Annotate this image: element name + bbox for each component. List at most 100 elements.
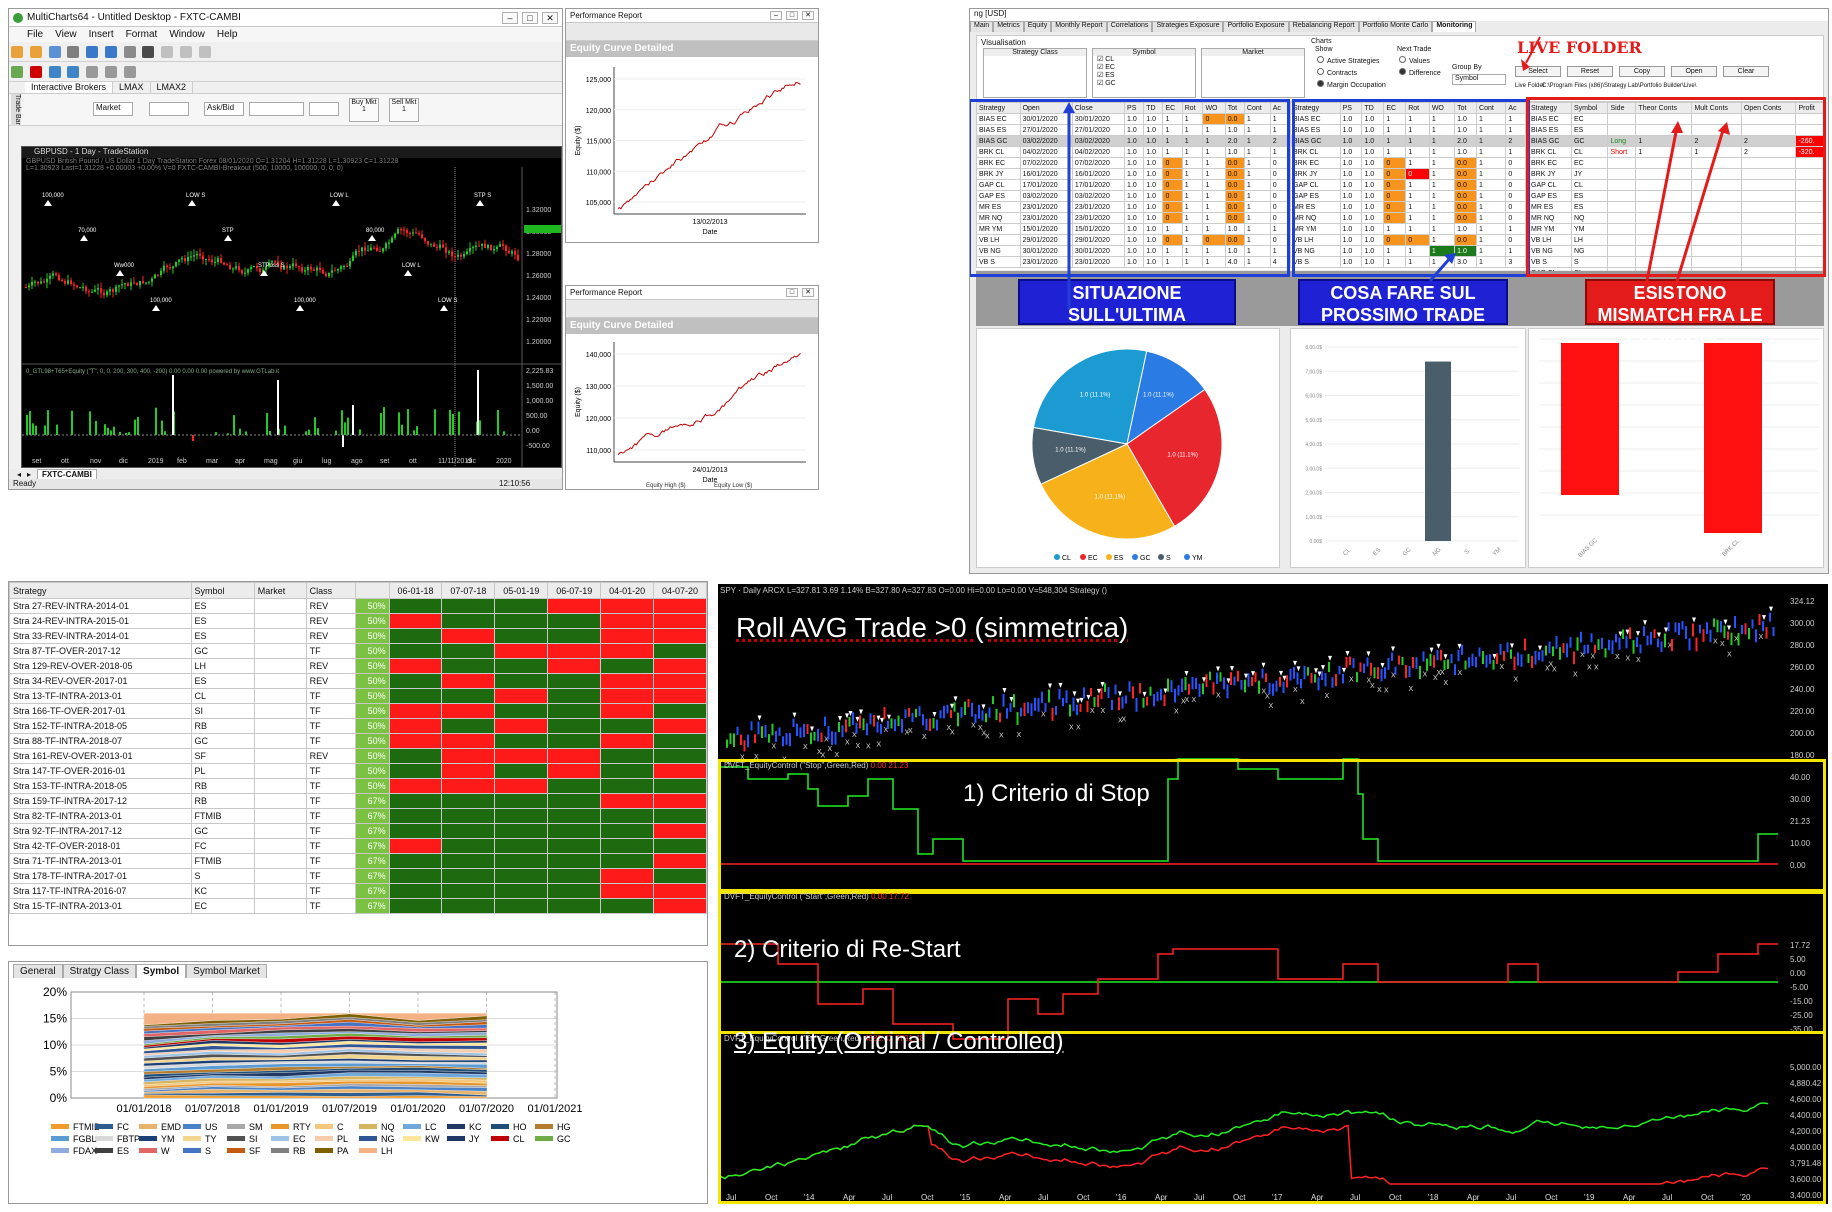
nav-last-icon[interactable]: ▸ (27, 470, 31, 479)
heatmap-cell (547, 733, 602, 749)
heatmap-row[interactable]: Stra 42-TF-OVER-2018-01 FC TF 67% (9, 838, 707, 854)
close-icon[interactable]: ✕ (802, 288, 814, 297)
heatmap-row[interactable]: Stra 87-TF-OVER-2017-12 GC TF 50% (9, 643, 707, 659)
zoom-icon[interactable] (180, 46, 193, 58)
price-tick: 220.00 (1790, 707, 1815, 716)
minimize-icon[interactable]: – (502, 11, 518, 24)
tif-select[interactable] (309, 102, 339, 116)
maximize-icon[interactable]: □ (522, 11, 538, 24)
broker-tab[interactable]: Interactive Brokers (25, 82, 114, 93)
menu-item-view[interactable]: View (55, 29, 77, 40)
heatmap-row[interactable]: Stra 27-REV-INTRA-2014-01 ES REV 50% (9, 598, 707, 614)
cursor-icon[interactable] (142, 46, 155, 58)
text-icon[interactable] (104, 66, 117, 78)
price-bar (1335, 674, 1337, 687)
price-bar (1615, 633, 1617, 643)
minimize-icon[interactable]: – (770, 11, 782, 20)
close-icon[interactable]: ✕ (802, 11, 814, 20)
menu-item-file[interactable]: File (27, 29, 43, 40)
broker-tab[interactable]: LMAX2 (151, 82, 194, 93)
column-header[interactable]: Symbol (190, 582, 255, 599)
heatmap-row[interactable]: Stra 92-TF-INTRA-2017-12 GC TF 67% (9, 823, 707, 839)
column-header[interactable]: Market (253, 582, 307, 599)
menu-item-insert[interactable]: Insert (89, 29, 114, 40)
heatmap-row[interactable]: Stra 33-REV-INTRA-2014-01 ES REV 50% (9, 628, 707, 644)
heatmap-cell (441, 613, 496, 629)
drag-icon[interactable] (198, 46, 211, 58)
new-icon[interactable] (11, 46, 23, 58)
heatmap-row[interactable]: Stra 159-TF-INTRA-2017-12 RB TF 67% (9, 793, 707, 809)
arrow-icon[interactable] (123, 66, 136, 78)
indicator-icon[interactable] (11, 66, 23, 78)
heatmap-row[interactable]: Stra 152-TF-INTRA-2018-05 RB TF 50% (9, 718, 707, 734)
menu-item-format[interactable]: Format (126, 29, 158, 40)
save-icon[interactable] (48, 46, 61, 58)
indicator-bar (269, 430, 271, 435)
column-header[interactable] (355, 582, 390, 599)
tab-general[interactable]: General (13, 964, 63, 978)
column-header[interactable]: 07-07-18 (441, 582, 496, 599)
line-icon[interactable] (48, 66, 61, 78)
sheet-tab-fxtc[interactable]: FXTC-CAMBI (37, 469, 97, 479)
column-header[interactable]: 04-01-20 (600, 582, 655, 599)
quantity-input[interactable] (149, 102, 189, 116)
heatmap-row[interactable]: Stra 15-TF-INTRA-2013-01 EC TF 67% (9, 898, 707, 914)
fib-icon[interactable] (86, 66, 99, 78)
dom-icon[interactable] (123, 46, 136, 58)
price-bar (1020, 707, 1022, 717)
legend-swatch (51, 1148, 69, 1153)
price-bar (1188, 683, 1190, 695)
heatmap-row[interactable]: Stra 166-TF-OVER-2017-01 SI TF 50% (9, 703, 707, 719)
column-header[interactable]: 06-07-19 (547, 582, 602, 599)
column-header[interactable]: 06-01-18 (388, 582, 443, 599)
heatmap-row[interactable]: Stra 71-TF-INTRA-2013-01 FTMIB TF 67% (9, 853, 707, 869)
chart-icon[interactable] (86, 46, 99, 58)
column-header[interactable]: Strategy (9, 582, 192, 599)
heatmap-row[interactable]: Stra 34-REV-OVER-2017-01 ES REV 50% (9, 673, 707, 689)
column-header[interactable]: 05-01-19 (494, 582, 549, 599)
heatmap-row[interactable]: Stra 178-TF-INTRA-2017-01 S TF 67% (9, 868, 707, 884)
tab-stratgy-class[interactable]: Stratgy Class (62, 964, 137, 978)
price-bar (1758, 613, 1761, 626)
y-tick: 120,000 (586, 416, 611, 423)
heatmap-row[interactable]: Stra 153-TF-INTRA-2018-05 RB TF 50% (9, 778, 707, 794)
tab-symbol[interactable]: Symbol (136, 964, 187, 978)
sell-mkt-button[interactable]: Sell Mkt 1 (389, 98, 419, 122)
heatmap-row[interactable]: Stra 117-TF-INTRA-2016-07 KC TF 67% (9, 883, 707, 899)
price-tick: 1.28000 (526, 251, 551, 258)
print-icon[interactable] (67, 46, 80, 58)
nav-first-icon[interactable]: ◂ (17, 470, 21, 479)
gbpusd-price-chart[interactable]: 100,000 70,000 Ww000 100,000 LOW S STP STPoss … (22, 167, 561, 467)
heatmap-row[interactable]: Stra 129-REV-OVER-2018-05 LH REV 50% (9, 658, 707, 674)
trend-icon[interactable] (67, 66, 80, 78)
trade-marker: X (1759, 634, 1764, 641)
maximize-icon[interactable]: □ (786, 11, 798, 20)
order-type-select[interactable]: Market (93, 102, 133, 116)
heatmap-row[interactable]: Stra 82-TF-INTRA-2013-01 FTMIB TF 67% (9, 808, 707, 824)
broker-tab[interactable]: LMAX (113, 82, 151, 93)
legend-swatch (227, 1136, 245, 1141)
open-icon[interactable] (29, 46, 42, 58)
menu-item-help[interactable]: Help (217, 29, 238, 40)
column-header[interactable]: Class (305, 582, 357, 599)
ask-bid-select[interactable]: Ask/Bid (204, 102, 244, 116)
table-cell: ES (190, 628, 255, 644)
candle-body (61, 280, 63, 282)
legend-swatch (271, 1148, 289, 1153)
tab-symbol-market[interactable]: Symbol Market (186, 964, 267, 978)
maximize-icon[interactable]: □ (786, 288, 798, 297)
heatmap-row[interactable]: Stra 24-REV-INTRA-2015-01 ES REV 50% (9, 613, 707, 629)
scanner-icon[interactable] (104, 46, 117, 58)
heatmap-row[interactable]: Stra 88-TF-INTRA-2018-07 GC TF 50% (9, 733, 707, 749)
column-header[interactable]: 04-07-20 (653, 582, 707, 599)
strategy-icon[interactable] (29, 66, 42, 78)
buy-mkt-button[interactable]: Buy Mkt 1 (349, 98, 379, 122)
close-icon[interactable]: ✕ (542, 11, 558, 24)
heatmap-row[interactable]: Stra 147-TF-OVER-2016-01 PL TF 50% (9, 763, 707, 779)
menu-item-window[interactable]: Window (169, 29, 205, 40)
price-bar (848, 716, 851, 727)
heatmap-row[interactable]: Stra 13-TF-INTRA-2013-01 CL TF 50% (9, 688, 707, 704)
crosshair-icon[interactable] (161, 46, 174, 58)
account-select[interactable] (249, 102, 304, 116)
heatmap-row[interactable]: Stra 161-REV-OVER-2013-01 SF REV 50% (9, 748, 707, 764)
